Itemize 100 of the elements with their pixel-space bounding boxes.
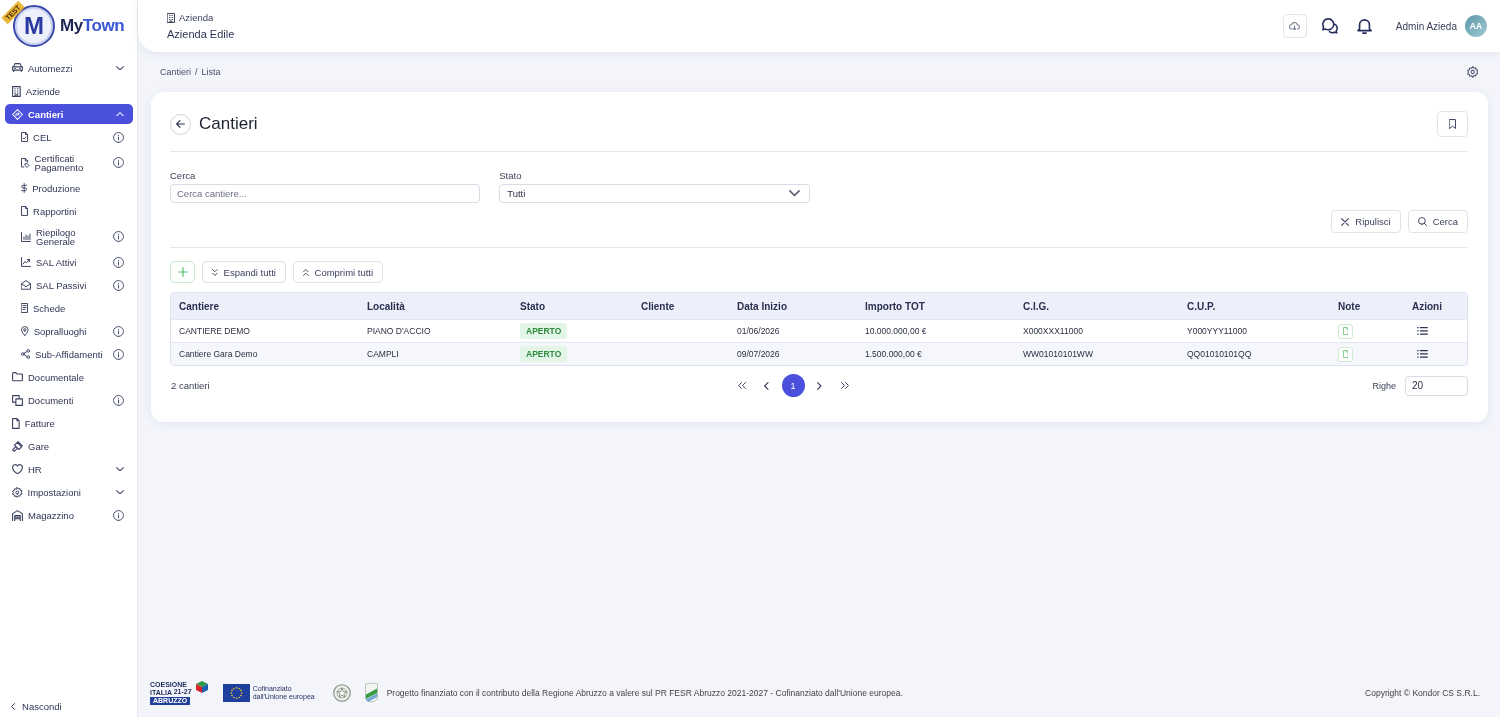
breadcrumb-current: Lista bbox=[201, 67, 221, 77]
building-icon bbox=[12, 85, 21, 97]
file-tag-icon bbox=[21, 157, 30, 168]
sidebar-item[interactable]: Gare bbox=[5, 436, 133, 456]
bookmark-icon bbox=[1449, 119, 1456, 129]
sidebar-item[interactable]: Fatture bbox=[5, 413, 133, 433]
clear-button[interactable]: Ripulisci bbox=[1331, 210, 1401, 233]
diamond-arrow-icon bbox=[12, 108, 23, 120]
heart-icon bbox=[12, 463, 23, 475]
share-icon bbox=[21, 349, 31, 359]
column-header: Cantiere bbox=[178, 300, 220, 312]
sidebar-item[interactable]: Cantieri bbox=[5, 104, 133, 124]
table-cell-text: 01/06/2026 bbox=[736, 325, 781, 338]
file-icon bbox=[21, 206, 28, 216]
copy-icon bbox=[12, 394, 23, 406]
sidebar-item[interactable]: Impostazioni bbox=[5, 482, 133, 502]
table-cell-text: CAMPLI bbox=[366, 348, 400, 361]
arrow-left-icon bbox=[176, 120, 185, 128]
breadcrumb-separator: / bbox=[195, 67, 198, 77]
building-icon bbox=[167, 12, 175, 23]
sidebar-item[interactable]: Produzione bbox=[5, 178, 133, 198]
table-cell-text: PIANO D'ACCIO bbox=[366, 325, 432, 338]
column-header: Note bbox=[1337, 300, 1362, 312]
sidebar-item[interactable]: Sub-Affidamenti bbox=[5, 344, 133, 364]
clipboard-icon bbox=[21, 303, 28, 313]
table-cell-text: 10.000.000,00 € bbox=[864, 325, 928, 338]
expand-all-button[interactable]: Espandi tutti bbox=[202, 261, 286, 283]
copyright: Copyright © Kondor CS S.R.L. bbox=[1365, 688, 1480, 698]
chevron-down-icon bbox=[788, 190, 800, 197]
field-label: Cerca bbox=[170, 170, 197, 181]
download-button[interactable] bbox=[1282, 14, 1307, 38]
sidebar-item[interactable]: Documenti bbox=[5, 390, 133, 410]
chat-button[interactable] bbox=[1321, 18, 1338, 34]
settings-icon bbox=[12, 486, 23, 498]
rows-label: Righe bbox=[1372, 380, 1396, 391]
status-badge: APERTO bbox=[520, 323, 568, 339]
collapse-sidebar-button[interactable]: Nascondi bbox=[8, 697, 72, 715]
status-badge: APERTO bbox=[520, 346, 568, 362]
emblem-icon bbox=[332, 684, 351, 702]
sidebar-item[interactable]: Rapportini bbox=[5, 201, 133, 221]
line-chart-icon bbox=[21, 257, 31, 267]
chevrons-down-icon bbox=[212, 268, 218, 276]
sidebar-item[interactable]: Aziende bbox=[5, 81, 133, 101]
map-pin-icon bbox=[21, 326, 29, 336]
column-header: Stato bbox=[519, 300, 546, 312]
list-icon bbox=[1417, 327, 1428, 335]
column-header: Data Inizio bbox=[736, 300, 788, 312]
page-button[interactable]: 1 bbox=[781, 374, 805, 397]
sidebar-item[interactable]: Schede bbox=[5, 298, 133, 318]
car-icon bbox=[12, 63, 23, 73]
file-icon bbox=[1342, 327, 1349, 335]
column-header: Importo TOT bbox=[864, 300, 926, 312]
x-icon bbox=[1341, 217, 1350, 226]
chevrons-up-icon bbox=[302, 268, 309, 276]
list-icon bbox=[1417, 350, 1428, 358]
table-cell-text: WW01010101WW bbox=[1022, 348, 1094, 361]
sidebar-item[interactable]: Documentale bbox=[5, 367, 133, 387]
brand-name: MyTown bbox=[60, 16, 125, 36]
chevron-left-icon bbox=[11, 702, 16, 710]
table-cell-text: CANTIERE DEMO bbox=[178, 325, 251, 338]
bookmark-button[interactable] bbox=[1437, 111, 1468, 137]
rows-per-page-field[interactable]: 20 bbox=[1405, 375, 1468, 396]
hammer-icon bbox=[12, 440, 23, 452]
dropdown-field[interactable]: Tutti bbox=[499, 184, 810, 203]
search-icon bbox=[1417, 217, 1427, 226]
notifications-button[interactable] bbox=[1356, 18, 1372, 34]
sidebar-item[interactable]: SAL Attivi bbox=[5, 252, 133, 272]
table-cell-text: Cantiere Gara Demo bbox=[178, 348, 259, 361]
settings-button[interactable] bbox=[1466, 66, 1478, 78]
table-cell-text: Y000YYY11000 bbox=[1186, 325, 1248, 338]
sidebar-item[interactable]: HR bbox=[5, 459, 133, 479]
field-label: Stato bbox=[499, 170, 523, 181]
settings-icon bbox=[1466, 66, 1478, 78]
breadcrumb-link[interactable]: Cantieri bbox=[160, 67, 191, 77]
table-cell-text: X000XXX11000 bbox=[1022, 325, 1084, 338]
collapse-all-button[interactable]: Comprimi tutti bbox=[292, 261, 384, 283]
sidebar-item[interactable]: Certificati Pagamento bbox=[5, 150, 133, 175]
chat-icon bbox=[1321, 18, 1338, 34]
envelope-icon bbox=[21, 280, 31, 290]
bell-icon bbox=[1356, 18, 1372, 34]
sidebar-item[interactable]: SAL Passivi bbox=[5, 275, 133, 295]
chevron-right-icon bbox=[817, 381, 822, 390]
sidebar-item[interactable]: Riepilogo Generale bbox=[5, 224, 133, 249]
chevrons-left-icon bbox=[737, 382, 746, 389]
warehouse-icon bbox=[12, 509, 23, 521]
sidebar-item[interactable]: Sopralluoghi bbox=[5, 321, 133, 341]
sidebar-item[interactable]: Magazzino bbox=[5, 505, 133, 525]
user-name: Admin Azieda bbox=[1395, 20, 1457, 32]
chevrons-right-icon bbox=[840, 382, 849, 389]
search-field[interactable]: Cerca cantiere... bbox=[170, 184, 481, 203]
sidebar-item[interactable]: CEL bbox=[5, 127, 133, 147]
region-logo-icon bbox=[364, 682, 378, 704]
sidebar-item[interactable]: Automezzi bbox=[5, 58, 133, 78]
file-check-icon bbox=[21, 132, 28, 142]
company-label: Azienda bbox=[179, 12, 214, 23]
chevron-left-icon bbox=[764, 381, 769, 390]
search-button[interactable]: Cerca bbox=[1407, 210, 1468, 233]
company-name: Azienda Edile bbox=[167, 28, 235, 40]
back-button[interactable] bbox=[170, 113, 191, 135]
column-header: Località bbox=[366, 300, 406, 312]
